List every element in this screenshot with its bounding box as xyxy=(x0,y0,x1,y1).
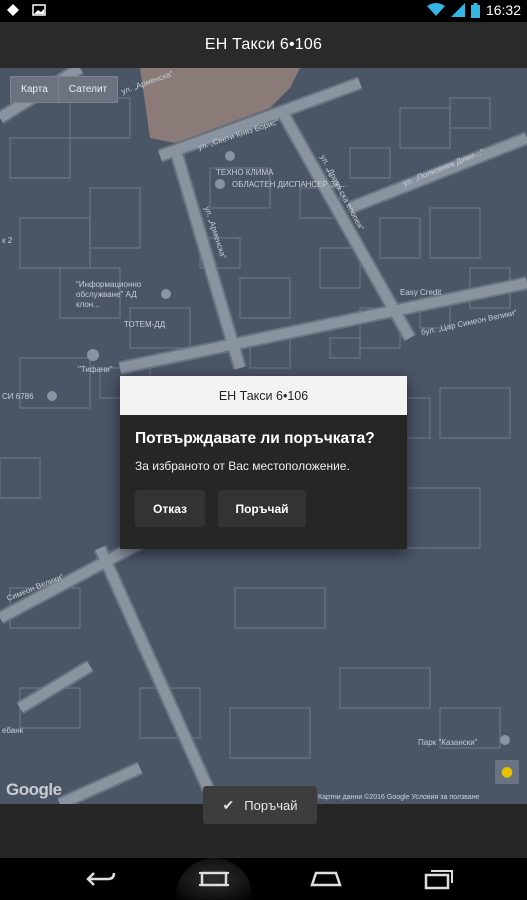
back-icon xyxy=(86,872,116,886)
status-bar: 16:32 xyxy=(0,0,527,22)
home-outline-icon xyxy=(310,871,342,887)
map-poi-label: ТЕХНО КЛИМА xyxy=(216,168,274,177)
map-type-map-button[interactable]: Карта xyxy=(11,77,58,102)
map-poi-label: к 2 xyxy=(2,236,13,245)
wifi-icon xyxy=(426,3,445,16)
order-button[interactable]: ✔ Поръчай xyxy=(203,786,317,824)
street-view-pegman-icon[interactable]: ● xyxy=(495,760,519,784)
order-button-label: Поръчай xyxy=(244,797,298,813)
confirm-order-button[interactable]: Поръчай xyxy=(218,490,306,527)
map-poi-label: Парк "Казански" xyxy=(418,738,478,747)
recent-apps-icon xyxy=(424,870,453,890)
google-logo: Google xyxy=(6,780,62,799)
dialog-title: Потвърждавате ли поръчката? xyxy=(135,430,375,447)
status-time: 16:32 xyxy=(485,2,521,18)
app-title: ЕН Такси 6•106 xyxy=(204,36,323,53)
action-bar: ЕН Такси 6•106 xyxy=(0,22,527,68)
image-icon xyxy=(32,4,46,16)
recent-apps-button[interactable] xyxy=(422,866,456,892)
home-button[interactable] xyxy=(197,866,231,892)
battery-icon xyxy=(470,2,480,18)
map-poi-label: "Информационно обслужване" АД клон... xyxy=(76,280,142,309)
cancel-button[interactable]: Отказ xyxy=(135,490,205,527)
map-poi-label: СИ 6786 xyxy=(2,392,34,401)
map-poi-label: ебанк xyxy=(2,726,24,735)
home-icon xyxy=(199,871,229,887)
dialog-message: За избраното от Вас местоположение. xyxy=(135,459,350,473)
map-type-satellite-button[interactable]: Сателит xyxy=(57,77,117,102)
home-alt-button[interactable] xyxy=(309,866,343,892)
map-poi-label: ОБЛАСТЕН ДИСПАНСЕР ЗА... xyxy=(232,180,347,189)
map-poi-label: "Тифани" xyxy=(78,365,113,374)
confirm-order-dialog: ЕН Такси 6•106 Потвърждавате ли поръчкат… xyxy=(120,376,407,549)
navigation-bar xyxy=(0,858,527,900)
map-attribution[interactable]: Картни данни ©2016 Google Условия за пол… xyxy=(318,794,479,801)
navigation-icon xyxy=(7,4,19,16)
map-poi-label: ТОТЕМ-ДД xyxy=(124,320,166,329)
map-type-toggle[interactable]: Карта Сателит xyxy=(10,76,119,103)
back-button[interactable] xyxy=(84,866,118,892)
map-poi-label: Easy Credit xyxy=(400,288,442,297)
signal-icon xyxy=(450,3,465,17)
dialog-header: ЕН Такси 6•106 xyxy=(120,376,407,415)
check-icon: ✔ xyxy=(222,796,235,813)
